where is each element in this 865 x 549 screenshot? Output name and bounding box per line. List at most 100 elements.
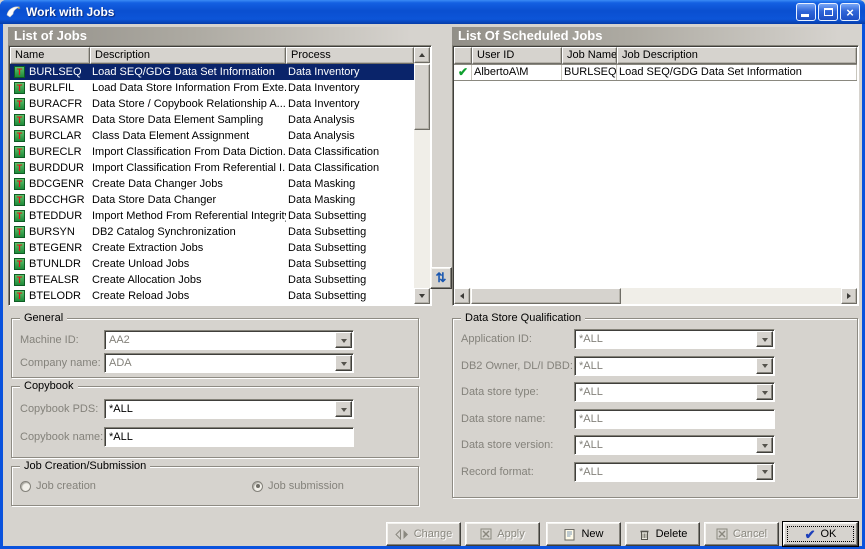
data-store-type-combo[interactable]: *ALL [574,382,775,402]
scroll-right-button[interactable] [841,288,857,304]
job-process: Data Inventory [286,64,414,80]
job-row[interactable]: TBURSAMRData Store Data Element Sampling… [10,112,414,128]
job-row[interactable]: TBURSYNDB2 Catalog SynchronizationData S… [10,224,414,240]
dropdown-arrow-icon[interactable] [335,332,352,348]
job-type-icon: T [14,98,25,110]
column-header-description[interactable]: Description [90,47,286,64]
dsq-field-row: Application ID:*ALL [461,329,849,356]
machine-id-combo[interactable]: AA2 [104,330,354,350]
job-creation-radio-label: Job creation [36,480,96,492]
dsq-field-row: Data store version:*ALL [461,435,849,462]
copybook-pds-combo[interactable]: *ALL [104,399,354,419]
scroll-thumb[interactable] [471,288,621,304]
record-format-combo[interactable]: *ALL [574,462,775,482]
column-header-process[interactable]: Process [286,47,414,64]
dsq-field-row: Data store name:*ALL [461,409,849,436]
job-row[interactable]: TBDCGENRCreate Data Changer JobsData Mas… [10,176,414,192]
job-row[interactable]: TBURLFILLoad Data Store Information From… [10,80,414,96]
dsq-group-title: Data Store Qualification [461,312,585,325]
apply-button[interactable]: Apply [465,522,540,546]
check-icon: ✔ [456,65,468,79]
dropdown-arrow-icon[interactable] [756,358,773,374]
new-icon [563,528,576,541]
data-store-version-combo[interactable]: *ALL [574,435,775,455]
job-row[interactable]: TBTELODRCreate Reload JobsData Subsettin… [10,288,414,304]
scheduled-job-row[interactable]: ✔AlbertoA\MBURLSEQLoad SEQ/GDG Data Set … [454,64,857,81]
scheduled-horizontal-scrollbar[interactable] [454,288,857,304]
dropdown-arrow-icon[interactable] [335,401,352,417]
job-process: Data Inventory [286,96,414,112]
job-process: Data Inventory [286,80,414,96]
scheduled-table-body: ✔AlbertoA\MBURLSEQLoad SEQ/GDG Data Set … [454,64,857,288]
job-row[interactable]: TBURACFRData Store / Copybook Relationsh… [10,96,414,112]
delete-button[interactable]: Delete [625,522,700,546]
column-header-job-name[interactable]: Job Name [562,47,617,64]
job-row[interactable]: TBTEDDURImport Method From Referential I… [10,208,414,224]
job-type-icon: T [14,290,25,302]
job-description: Import Method From Referential Integrity [90,208,286,224]
job-row[interactable]: TBDCCHGRData Store Data ChangerData Mask… [10,192,414,208]
job-description: Import Classification From Referential I… [90,160,286,176]
job-name: BURSYN [29,226,75,238]
job-submission-radio[interactable]: Job submission [252,480,344,492]
window-title: Work with Jobs [26,5,791,19]
job-name: BTEALSR [29,274,79,286]
job-row[interactable]: TBURLSEQLoad SEQ/GDG Data Set Informatio… [10,64,414,80]
job-row[interactable]: TBURCLARClass Data Element AssignmentDat… [10,128,414,144]
job-row[interactable]: TBURECLRImport Classification From Data … [10,144,414,160]
job-row[interactable]: TBURDDURImport Classification From Refer… [10,160,414,176]
data-store-name-input[interactable]: *ALL [574,409,775,429]
scheduled-user-id: AlbertoA\M [472,65,562,80]
job-row[interactable]: TBTEGENRCreate Extraction JobsData Subse… [10,240,414,256]
dropdown-arrow-icon[interactable] [756,464,773,480]
scroll-down-button[interactable] [414,288,430,304]
job-creation-radio[interactable]: Job creation [20,480,96,492]
jobs-panel-header: List of Jobs [8,27,432,45]
schedule-transfer-button[interactable]: ⇅ [430,267,452,289]
job-row[interactable]: TBTUNLDRCreate Unload JobsData Subsettin… [10,256,414,272]
scroll-left-icon [457,293,464,299]
job-process: Data Analysis [286,128,414,144]
column-header-job-description[interactable]: Job Description [617,47,857,64]
company-name-combo[interactable]: ADA [104,353,354,373]
scheduled-jobs-table: User IDJob NameJob Description ✔ AlbertoA… [452,45,859,306]
scroll-thumb[interactable] [414,64,430,130]
change-button[interactable]: Change [386,522,461,546]
job-description: Create Extraction Jobs [90,240,286,256]
column-header-user-id[interactable]: User ID [472,47,562,64]
job-name: BTUNLDR [29,258,81,270]
minimize-button[interactable] [796,3,816,21]
dropdown-arrow-icon[interactable] [756,384,773,400]
dropdown-arrow-icon[interactable] [335,355,352,371]
application-id-combo[interactable]: *ALL [574,329,775,349]
job-type-icon: T [14,210,25,222]
column-header-name[interactable]: Name [10,47,90,64]
ok-button[interactable]: ✔OK [783,522,858,546]
job-process: Data Analysis [286,112,414,128]
job-description: Class Data Element Assignment [90,128,286,144]
radio-selected-icon [252,481,263,492]
dsq-fields: Application ID:*ALLDB2 Owner, DL/I DBD:*… [461,329,849,488]
job-process: Data Subsetting [286,288,414,304]
data-store-type-label: Data store type: [461,386,539,398]
db2-owner-dli-dbd-combo[interactable]: *ALL [574,356,775,376]
scheduled-table-header: User IDJob NameJob Description [454,47,857,64]
column-header-blank[interactable] [454,47,472,64]
job-process: Data Classification [286,144,414,160]
scroll-left-button[interactable] [454,288,470,304]
job-name: BURDDUR [29,162,84,174]
jobs-vertical-scrollbar[interactable] [414,47,430,304]
job-row[interactable]: TBTEALSRCreate Allocation JobsData Subse… [10,272,414,288]
scroll-up-button[interactable] [414,47,430,63]
job-type-icon: T [14,274,25,286]
dropdown-arrow-icon[interactable] [756,437,773,453]
close-button[interactable]: × [840,3,860,21]
cancel-button[interactable]: Cancel [704,522,779,546]
new-button[interactable]: New [546,522,621,546]
dropdown-arrow-icon[interactable] [756,331,773,347]
job-creation-submission-group: Job Creation/Submission Job creation Job… [11,466,419,506]
maximize-button[interactable] [818,3,838,21]
machine-id-label: Machine ID: [20,334,79,346]
copybook-name-input[interactable]: *ALL [104,427,354,447]
job-description: DB2 Catalog Synchronization [90,224,286,240]
